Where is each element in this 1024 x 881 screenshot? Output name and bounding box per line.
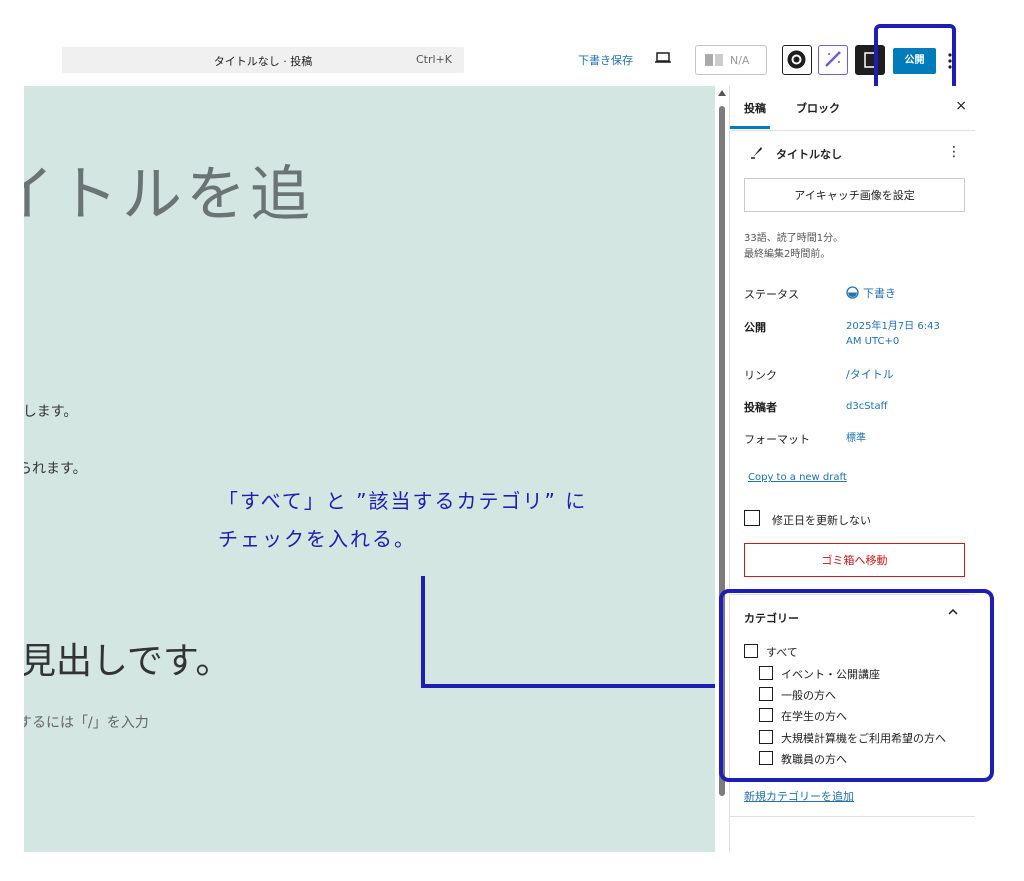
- status-value-text: 下書き: [863, 287, 896, 300]
- author-row: 投稿者 d3cStaff: [744, 399, 888, 415]
- publish-date-row: 公開 2025年1月7日 6:43 AM UTC+0: [744, 319, 940, 347]
- post-meta-info: 33語、読了時間1分。 最終編集2時間前。: [744, 231, 843, 263]
- annotation-line-1: 「すべて」と ”該当するカテゴリ” に: [218, 489, 588, 513]
- scroll-up-arrow-icon[interactable]: [718, 90, 726, 96]
- move-to-trash-button[interactable]: ゴミ箱へ移動: [744, 543, 965, 577]
- sidebar-tabs: 投稿 ブロック ×: [730, 86, 975, 131]
- cog-icon: [787, 50, 806, 69]
- block-placeholder[interactable]: するには「/」を入力: [24, 712, 149, 732]
- format-value[interactable]: 標準: [846, 431, 866, 446]
- link-label: リンク: [744, 369, 777, 382]
- link-row: リンク /タイトル: [744, 367, 894, 383]
- status-label: ステータス: [744, 288, 799, 301]
- close-icon[interactable]: ×: [955, 98, 967, 114]
- add-new-category-link[interactable]: 新規カテゴリーを追加: [744, 788, 854, 804]
- post-title-fragment[interactable]: イトルを追: [24, 146, 314, 233]
- preview-icon[interactable]: [655, 52, 671, 63]
- categories-highlight-box: [719, 589, 994, 782]
- word-count-text: 33語、読了時間1分。: [744, 233, 844, 244]
- author-value[interactable]: d3cStaff: [846, 399, 888, 414]
- author-label: 投稿者: [744, 401, 777, 414]
- draft-status-icon: [846, 286, 859, 299]
- command-palette-bar[interactable]: タイトルなし · 投稿 Ctrl+K: [62, 47, 464, 73]
- publish-date-line-2: AM UTC+0: [846, 336, 900, 347]
- last-edited-text: 最終編集2時間前。: [744, 249, 831, 260]
- set-featured-image-button[interactable]: アイキャッチ画像を設定: [744, 178, 965, 212]
- status-value[interactable]: 下書き: [846, 286, 896, 301]
- publish-date-line-1: 2025年1月7日 6:43: [846, 321, 940, 332]
- post-actions-kebab-icon[interactable]: ⋮: [947, 144, 961, 160]
- copy-to-draft-link[interactable]: Copy to a new draft: [748, 472, 847, 483]
- tab-post[interactable]: 投稿: [744, 100, 766, 116]
- format-label: フォーマット: [744, 433, 810, 446]
- annotation-line-2: チェックを入れる。: [218, 527, 416, 551]
- heading-block[interactable]: 見出しです。: [24, 632, 231, 684]
- no-update-date-label: 修正日を更新しない: [772, 514, 871, 527]
- paragraph-block[interactable]: ιします。: [24, 401, 77, 421]
- panel-divider: [730, 816, 975, 817]
- save-draft-button[interactable]: 下書き保存: [578, 52, 633, 68]
- ai-assistant-button[interactable]: [818, 45, 848, 75]
- magic-wand-icon: [825, 51, 841, 67]
- publish-highlight-box: [874, 24, 956, 92]
- jetpack-button[interactable]: N/A: [695, 45, 767, 75]
- annotation-connector-vertical: [421, 576, 425, 688]
- no-update-date-checkbox[interactable]: [744, 510, 760, 526]
- command-title: タイトルなし · 投稿: [213, 55, 313, 68]
- editor-header: タイトルなし · 投稿 Ctrl+K 下書き保存 N/A 公開: [0, 0, 1024, 86]
- editor-canvas[interactable]: イトルを追 ιします。 られます。 見出しです。 するには「/」を入力 「すべて…: [24, 86, 715, 852]
- permalink-value[interactable]: /タイトル: [846, 367, 894, 382]
- command-shortcut: Ctrl+K: [415, 53, 452, 66]
- instruction-annotation: 「すべて」と ”該当するカテゴリ” に チェックを入れる。: [218, 482, 587, 558]
- feather-pen-icon: [751, 147, 762, 159]
- status-row: ステータス 下書き: [744, 286, 896, 302]
- tab-block[interactable]: ブロック: [796, 100, 840, 116]
- settings-cog-button[interactable]: [782, 45, 812, 75]
- post-title-text: タイトルなし: [776, 148, 842, 161]
- jetpack-icon: [705, 54, 723, 66]
- publish-date-value[interactable]: 2025年1月7日 6:43 AM UTC+0: [846, 319, 940, 349]
- paragraph-block[interactable]: られます。: [24, 458, 87, 478]
- annotation-connector-horizontal: [421, 684, 723, 688]
- publish-label: 公開: [744, 321, 766, 334]
- active-tab-indicator: [730, 126, 770, 129]
- jetpack-label: N/A: [730, 54, 750, 67]
- format-row: フォーマット 標準: [744, 431, 866, 447]
